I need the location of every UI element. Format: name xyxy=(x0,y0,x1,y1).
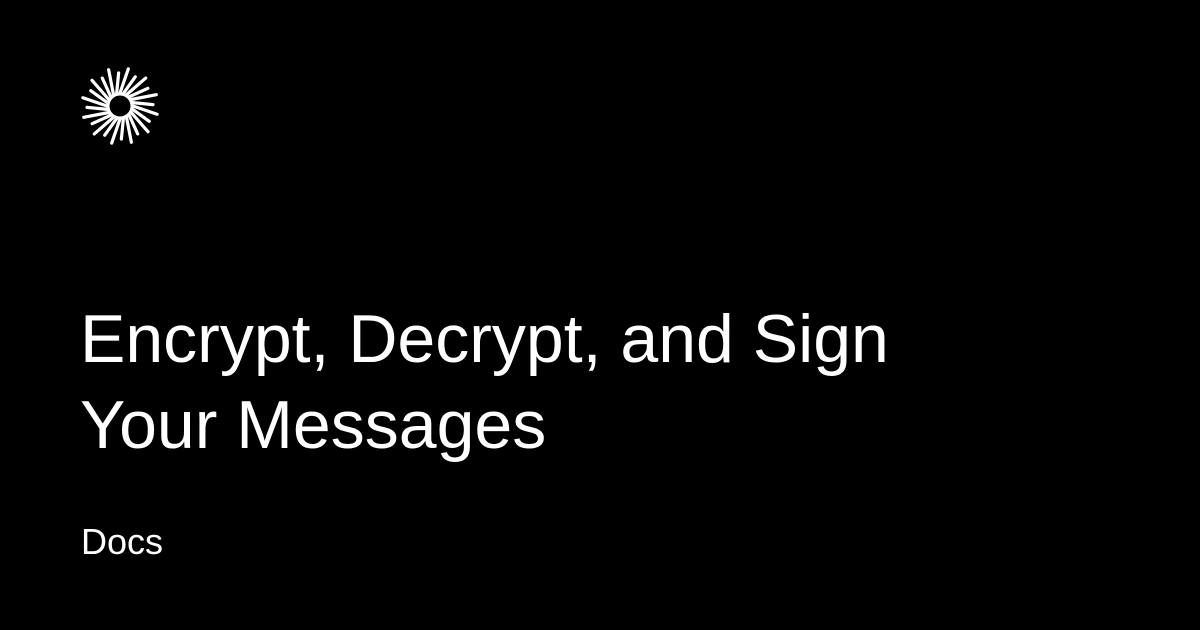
page-title: Encrypt, Decrypt, and Sign Your Messages xyxy=(80,296,1120,468)
starburst-logo-icon xyxy=(80,66,160,146)
starburst-core xyxy=(106,92,134,120)
title-line-2: Your Messages xyxy=(80,387,547,463)
section-label: Docs xyxy=(81,521,164,562)
starburst-ray xyxy=(115,71,121,96)
title-line-1: Encrypt, Decrypt, and Sign xyxy=(80,301,889,377)
starburst-ray xyxy=(119,116,125,141)
starburst-ray xyxy=(85,105,110,111)
starburst-ray xyxy=(130,101,155,107)
social-card: Encrypt, Decrypt, and Sign Your Messages… xyxy=(0,0,1200,630)
